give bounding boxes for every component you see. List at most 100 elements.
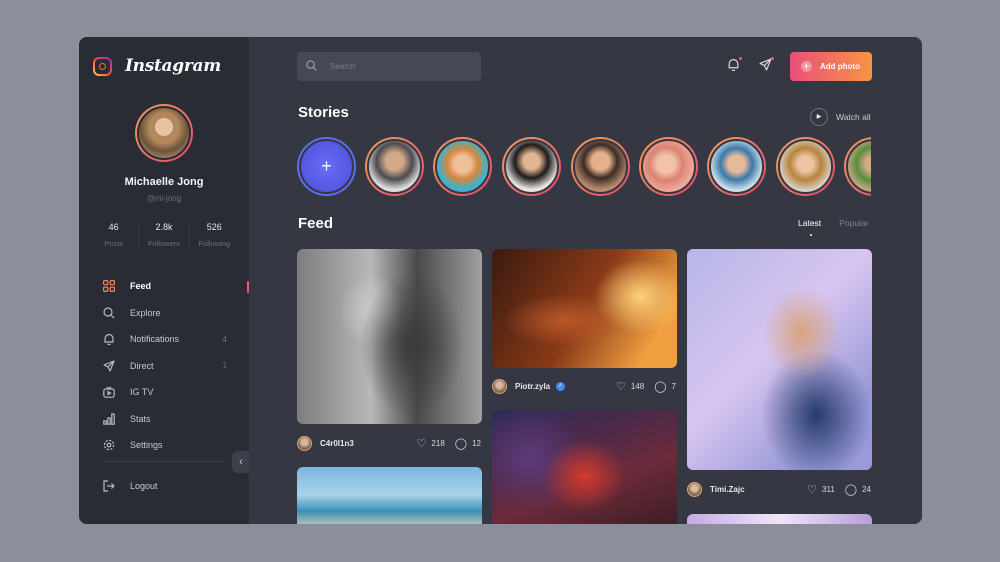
comment-icon: ◯ — [654, 380, 667, 393]
heart-icon: ♡ — [616, 380, 626, 393]
tv-icon — [103, 386, 115, 399]
logout-icon — [103, 480, 115, 492]
comment-count: 7 — [671, 381, 676, 391]
post-image[interactable] — [297, 249, 482, 424]
play-icon: ▶ — [810, 108, 828, 126]
sidebar-item-label: Explore — [130, 307, 161, 318]
heart-icon: ♡ — [807, 483, 818, 496]
sidebar-item-count: 1 — [222, 361, 227, 371]
bell-icon — [727, 58, 740, 74]
like-count: 148 — [630, 381, 645, 391]
comment-count: 24 — [862, 484, 871, 494]
stat-value: 2.8k — [155, 222, 173, 232]
post-image[interactable] — [687, 514, 872, 524]
add-photo-button[interactable]: + Add photo — [790, 52, 872, 81]
sidebar-item-label: Settings — [130, 440, 163, 451]
sidebar-item-label: Feed — [130, 281, 152, 292]
stat-value: 526 — [206, 222, 222, 232]
instagram-logo-icon — [93, 56, 112, 76]
add-story-button[interactable]: + — [297, 137, 356, 196]
sidebar-item-notifications[interactable]: Notifications 4 — [79, 326, 249, 353]
collapse-sidebar-button[interactable]: ‹ — [232, 451, 250, 473]
post-meta: Piotr.zyla ✓ ♡ 148 ◯ 7 — [492, 377, 676, 395]
profile-handle: @mi-jong — [146, 194, 182, 203]
heart-icon: ♡ — [416, 437, 427, 450]
profile-avatar[interactable] — [135, 104, 193, 162]
story-avatar[interactable] — [571, 137, 630, 196]
sidebar-item-feed[interactable]: Feed — [79, 273, 249, 300]
sidebar-item-label: Notifications — [130, 334, 180, 345]
stat-label: Followers — [147, 239, 181, 248]
grid-icon — [103, 280, 115, 293]
avatar[interactable] — [687, 481, 702, 497]
story-avatar[interactable] — [776, 137, 835, 196]
story-avatar[interactable] — [844, 137, 871, 196]
stat-posts[interactable]: 46 Posts — [89, 222, 140, 248]
logout-button[interactable]: Logout — [79, 473, 249, 500]
story-avatar[interactable] — [365, 137, 424, 196]
direct-button[interactable] — [757, 57, 774, 74]
send-icon — [103, 360, 115, 372]
plus-icon: + — [801, 61, 812, 72]
like-button[interactable]: ♡ 311 — [807, 483, 835, 496]
sidebar-divider — [101, 461, 227, 462]
chevron-left-icon: ‹ — [239, 456, 243, 468]
profile-stats: 46 Posts 2.8k Followers 526 Following — [89, 222, 239, 248]
search-bar[interactable] — [297, 52, 481, 81]
sidebar-item-stats[interactable]: Stats — [79, 406, 249, 433]
story-avatar[interactable] — [502, 137, 561, 196]
post-username[interactable]: Piotr.zyla — [515, 382, 550, 391]
sidebar-item-direct[interactable]: Direct 1 — [79, 353, 249, 380]
like-button[interactable]: ♡ 148 — [616, 380, 644, 393]
avatar[interactable] — [297, 435, 312, 451]
post-image[interactable] — [492, 249, 677, 368]
comment-button[interactable]: ◯ 24 — [845, 483, 871, 496]
sidebar-nav: Feed Explore Notifications 4 Direct 1 IG… — [79, 273, 249, 459]
sidebar-item-igtv[interactable]: IG TV — [79, 379, 249, 406]
tab-popular[interactable]: Popular — [839, 218, 868, 228]
watch-all-label: Watch all — [836, 112, 871, 122]
stat-followers[interactable]: 2.8k Followers — [139, 222, 190, 248]
post-image[interactable] — [687, 249, 872, 470]
tab-latest[interactable]: Latest — [798, 218, 821, 236]
notification-dot — [739, 57, 742, 60]
avatar[interactable] — [492, 378, 507, 394]
story-avatar[interactable] — [707, 137, 766, 196]
message-dot — [771, 57, 774, 60]
logout-label: Logout — [130, 481, 158, 492]
send-icon — [758, 58, 772, 74]
search-icon — [103, 307, 115, 319]
stories-title: Stories — [298, 104, 349, 121]
like-button[interactable]: ♡ 218 — [417, 437, 445, 450]
stories-row: + — [297, 137, 871, 197]
comment-icon: ◯ — [454, 437, 468, 450]
verified-icon: ✓ — [556, 381, 566, 391]
app-logo[interactable]: Instagram — [93, 56, 221, 76]
stats-icon — [103, 413, 115, 425]
post-username[interactable]: C4r0l1n3 — [320, 439, 354, 448]
main-content: + Add photo Stories ▶ Watch all + Feed L… — [249, 37, 922, 524]
watch-all-button[interactable]: ▶ Watch all — [810, 108, 871, 126]
story-avatar[interactable] — [639, 137, 698, 196]
sidebar-item-settings[interactable]: Settings — [79, 432, 249, 459]
comment-count: 12 — [472, 438, 481, 448]
notifications-button[interactable] — [725, 57, 742, 74]
sidebar-item-label: IG TV — [130, 387, 154, 398]
post-meta: Timi.Zajc ♡ 311 ◯ 24 — [687, 480, 871, 498]
search-input[interactable] — [330, 62, 470, 71]
profile-name: Michaelle Jong — [124, 176, 204, 188]
comment-icon: ◯ — [844, 483, 858, 496]
comment-button[interactable]: ◯ 7 — [654, 380, 676, 393]
post-username[interactable]: Timi.Zajc — [710, 485, 745, 494]
sidebar-item-label: Direct — [130, 360, 154, 371]
stat-value: 46 — [108, 222, 119, 232]
comment-button[interactable]: ◯ 12 — [455, 437, 481, 450]
post-meta: C4r0l1n3 ♡ 218 ◯ 12 — [297, 434, 481, 452]
story-avatar[interactable] — [433, 137, 492, 196]
post-image[interactable] — [492, 410, 677, 524]
sidebar-item-explore[interactable]: Explore — [79, 300, 249, 327]
sidebar-item-label: Stats — [130, 413, 151, 424]
like-count: 218 — [431, 438, 445, 448]
stat-following[interactable]: 526 Following — [190, 222, 239, 248]
post-image[interactable] — [297, 467, 482, 524]
